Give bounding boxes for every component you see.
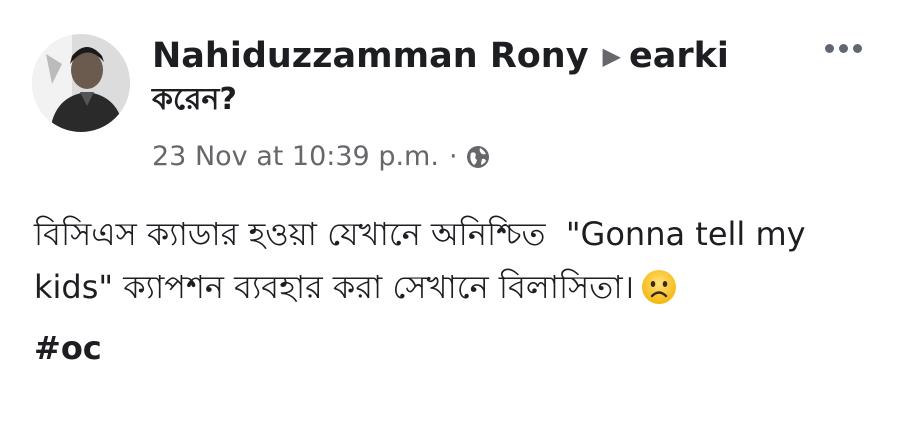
hashtag-link[interactable]: #oc <box>34 322 884 375</box>
timestamp[interactable]: 23 Nov at 10:39 p.m. <box>152 137 439 177</box>
author-name[interactable]: Nahiduzzamman Rony <box>152 36 589 76</box>
post-header: Nahiduzzamman Rony ▶ earki করেন? <box>152 34 792 122</box>
post-meta: 23 Nov at 10:39 p.m. · <box>152 137 490 177</box>
more-dot <box>839 44 848 53</box>
group-name[interactable]: earki <box>629 36 729 76</box>
post-text: বিসিএস ক্যাডার হওয়া যেখানে অনিশ্চিত "Go… <box>34 215 816 306</box>
group-name-continued[interactable]: করেন? <box>152 78 792 122</box>
group-arrow-icon: ▶ <box>602 42 622 70</box>
more-dot <box>825 44 834 53</box>
avatar[interactable] <box>32 34 130 132</box>
post-body: বিসিএস ক্যাডার হওয়া যেখানে অনিশ্চিত "Go… <box>34 208 884 375</box>
profile-photo <box>32 34 130 132</box>
author-line: Nahiduzzamman Rony ▶ earki <box>152 34 792 78</box>
globe-icon[interactable] <box>466 145 490 169</box>
frowning-face-icon <box>640 268 678 322</box>
more-options-icon[interactable] <box>825 44 862 53</box>
meta-separator: · <box>448 141 458 172</box>
more-dot <box>853 44 862 53</box>
